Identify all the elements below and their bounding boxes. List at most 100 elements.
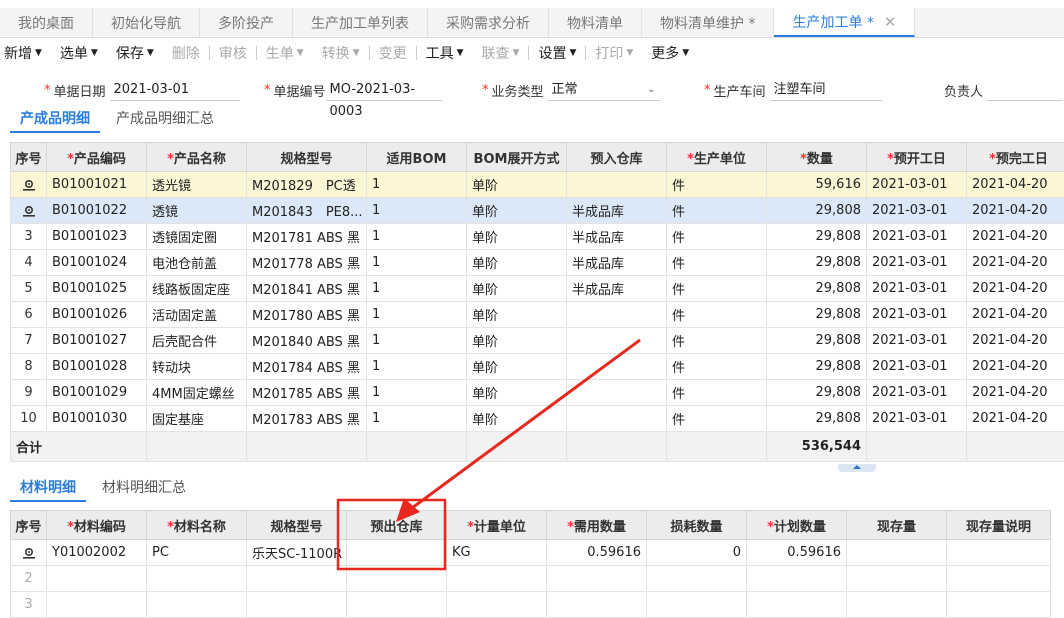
- cell-code[interactable]: B01001027: [46, 327, 147, 354]
- cell-qty[interactable]: 29,808: [766, 327, 867, 354]
- row-action-cell[interactable]: [10, 171, 47, 198]
- tab-init-nav[interactable]: 初始化导航: [93, 8, 200, 37]
- cell-name[interactable]: 固定基座: [146, 405, 247, 432]
- more-button[interactable]: 更多 ▼: [642, 43, 698, 63]
- tab-product-summary[interactable]: 产成品明细汇总: [106, 105, 224, 133]
- cell-code[interactable]: B01001023: [46, 223, 147, 250]
- cell-stock-note[interactable]: [946, 539, 1051, 566]
- cell-empty[interactable]: [146, 591, 247, 618]
- cell-end[interactable]: 2021-04-20: [966, 353, 1064, 380]
- cell-end[interactable]: 2021-04-20: [966, 405, 1064, 432]
- col-header[interactable]: 序号: [10, 510, 47, 540]
- cell-mode[interactable]: 单阶: [466, 301, 567, 328]
- cell-qty[interactable]: 29,808: [766, 379, 867, 406]
- cell-spec[interactable]: M201841 ABS 黑: [246, 275, 367, 302]
- change-button[interactable]: 变更: [370, 43, 416, 63]
- cell-qty[interactable]: 29,808: [766, 223, 867, 250]
- col-header[interactable]: 损耗数量: [646, 510, 747, 540]
- cell-spec[interactable]: M201843 PE8...: [246, 197, 367, 224]
- col-header[interactable]: *材料名称: [146, 510, 247, 540]
- cell-mode[interactable]: 单阶: [466, 223, 567, 250]
- cell-spec[interactable]: M201781 ABS 黑: [246, 223, 367, 250]
- cell-warehouse[interactable]: [566, 171, 667, 198]
- cell-start[interactable]: 2021-03-01: [866, 327, 967, 354]
- col-header[interactable]: *计划数量: [746, 510, 847, 540]
- tools-button[interactable]: 工具 ▼: [417, 43, 473, 63]
- cell-mode[interactable]: 单阶: [466, 249, 567, 276]
- cell-warehouse[interactable]: 半成品库: [566, 197, 667, 224]
- cell-qty[interactable]: 29,808: [766, 275, 867, 302]
- cell-need-qty[interactable]: 0.59616: [546, 539, 647, 566]
- col-header[interactable]: *需用数量: [546, 510, 647, 540]
- col-header[interactable]: BOM展开方式: [466, 142, 567, 172]
- cell-empty[interactable]: [746, 591, 847, 618]
- cell-bom[interactable]: 1: [366, 301, 467, 328]
- cell-qty[interactable]: 29,808: [766, 301, 867, 328]
- cell-qty[interactable]: 29,808: [766, 249, 867, 276]
- cell-empty[interactable]: [546, 591, 647, 618]
- table-row[interactable]: 3 B01001023 透镜固定圈 M201781 ABS 黑 1 单阶 半成品…: [10, 223, 1064, 250]
- col-header[interactable]: *产品编码: [46, 142, 147, 172]
- cell-mode[interactable]: 单阶: [466, 171, 567, 198]
- cell-empty[interactable]: [446, 591, 547, 618]
- cell-out-warehouse[interactable]: [346, 539, 447, 566]
- cell-unit[interactable]: 件: [666, 275, 767, 302]
- cell-start[interactable]: 2021-03-01: [866, 275, 967, 302]
- cell-start[interactable]: 2021-03-01: [866, 379, 967, 406]
- cell-name[interactable]: 线路板固定座: [146, 275, 247, 302]
- cell-end[interactable]: 2021-04-20: [966, 197, 1064, 224]
- table-row[interactable]: 6 B01001026 活动固定盖 M201780 ABS 黑 1 单阶 件 2…: [10, 301, 1064, 328]
- cell-warehouse[interactable]: 半成品库: [566, 275, 667, 302]
- cell-name[interactable]: 电池仓前盖: [146, 249, 247, 276]
- cell-warehouse[interactable]: 半成品库: [566, 249, 667, 276]
- cell-end[interactable]: 2021-04-20: [966, 249, 1064, 276]
- print-button[interactable]: 打印 ▼: [586, 43, 642, 63]
- cell-warehouse[interactable]: [566, 379, 667, 406]
- tab-bom-maintain[interactable]: 物料清单维护 *: [642, 8, 775, 37]
- tab-production-order[interactable]: 生产加工单 * ✕: [774, 8, 916, 37]
- col-header[interactable]: *预完工日: [966, 142, 1064, 172]
- cell-warehouse[interactable]: [566, 353, 667, 380]
- cell-unit[interactable]: 件: [666, 379, 767, 406]
- cell-empty[interactable]: [146, 565, 247, 592]
- cell-end[interactable]: 2021-04-20: [966, 379, 1064, 406]
- col-header[interactable]: 序号: [10, 142, 47, 172]
- col-header[interactable]: *生产单位: [666, 142, 767, 172]
- cell-start[interactable]: 2021-03-01: [866, 223, 967, 250]
- convert-button[interactable]: 转换 ▼: [313, 43, 369, 63]
- tab-purchase-analysis[interactable]: 采购需求分析: [428, 8, 549, 37]
- table-row[interactable]: 2: [10, 565, 1051, 592]
- tab-material-summary[interactable]: 材料明细汇总: [92, 474, 196, 502]
- cell-qty[interactable]: 59,616: [766, 171, 867, 198]
- cell-spec[interactable]: M201783 ABS 黑: [246, 405, 367, 432]
- cell-empty[interactable]: [446, 565, 547, 592]
- cell-bom[interactable]: 1: [366, 275, 467, 302]
- owner-field[interactable]: [987, 79, 1064, 101]
- delete-button[interactable]: 删除: [163, 43, 209, 63]
- cell-stock[interactable]: [846, 539, 947, 566]
- cell-empty[interactable]: [846, 591, 947, 618]
- cell-name[interactable]: 转动块: [146, 353, 247, 380]
- cell-code[interactable]: B01001022: [46, 197, 147, 224]
- cell-bom[interactable]: 1: [366, 223, 467, 250]
- cell-unit[interactable]: 件: [666, 197, 767, 224]
- col-header[interactable]: *产品名称: [146, 142, 247, 172]
- table-row[interactable]: 5 B01001025 线路板固定座 M201841 ABS 黑 1 单阶 半成…: [10, 275, 1064, 302]
- table-row[interactable]: B01001022 透镜 M201843 PE8... 1 单阶 半成品库 件 …: [10, 197, 1064, 224]
- cell-mode[interactable]: 单阶: [466, 353, 567, 380]
- cell-code[interactable]: B01001028: [46, 353, 147, 380]
- cell-spec[interactable]: M201840 ABS 黑: [246, 327, 367, 354]
- cell-empty[interactable]: [746, 565, 847, 592]
- row-action-cell[interactable]: [10, 539, 47, 566]
- cell-spec[interactable]: M201785 ABS 黑: [246, 379, 367, 406]
- cell-qty[interactable]: 29,808: [766, 353, 867, 380]
- cell-spec[interactable]: M201778 ABS 黑: [246, 249, 367, 276]
- cell-empty[interactable]: [346, 565, 447, 592]
- cell-spec[interactable]: 乐天SC-1100R: [246, 539, 347, 566]
- tab-product-detail[interactable]: 产成品明细: [10, 105, 100, 133]
- cell-name[interactable]: 后壳配合件: [146, 327, 247, 354]
- cell-name[interactable]: PC: [146, 539, 247, 566]
- cell-bom[interactable]: 1: [366, 353, 467, 380]
- table-row[interactable]: 9 B01001029 4MM固定螺丝 M201785 ABS 黑 1 单阶 件…: [10, 379, 1064, 406]
- table-row[interactable]: 8 B01001028 转动块 M201784 ABS 黑 1 单阶 件 29,…: [10, 353, 1064, 380]
